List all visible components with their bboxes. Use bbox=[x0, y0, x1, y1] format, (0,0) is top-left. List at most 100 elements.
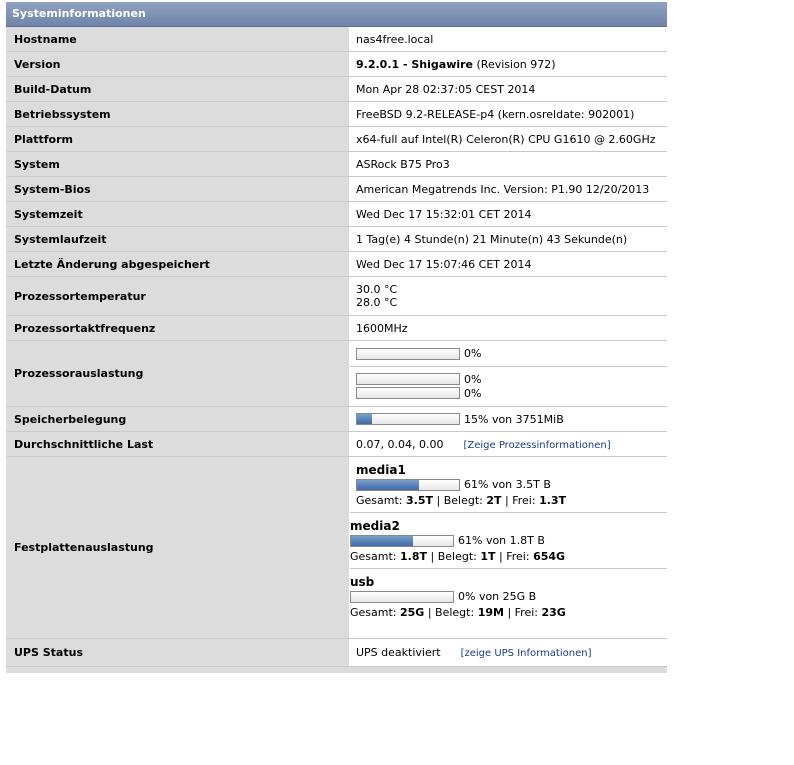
cpu-core0-load: 0% bbox=[356, 372, 667, 386]
build-date-value: Mon Apr 28 02:37:05 CEST 2014 bbox=[350, 77, 667, 101]
system-value: ASRock B75 Pro3 bbox=[350, 152, 667, 176]
row-version: Version 9.2.0.1 - Shigawire (Revision 97… bbox=[6, 52, 667, 77]
last-change-label: Letzte Änderung abgespeichert bbox=[6, 252, 350, 276]
disk-item-media2: media2 61% von 1.8T B Gesamt: 1.8T | Bel… bbox=[350, 512, 667, 568]
ups-info-link[interactable]: [zeige UPS Informationen] bbox=[461, 648, 592, 659]
cpu-load-cores: 0% 0% bbox=[350, 366, 667, 400]
disk-total-label: Gesamt: bbox=[356, 494, 406, 507]
memory-value: 15% von 3751MiB bbox=[350, 407, 667, 431]
row-hostname: Hostname nas4free.local bbox=[6, 27, 667, 52]
bios-label: System-Bios bbox=[6, 177, 350, 201]
last-change-value: Wed Dec 17 15:07:46 CET 2014 bbox=[350, 252, 667, 276]
version-label: Version bbox=[6, 52, 350, 76]
cpu-load-bar bbox=[356, 347, 460, 360]
disk-used-label: | Belegt: bbox=[427, 550, 481, 563]
row-load-average: Durchschnittliche Last 0.07, 0.04, 0.00 [… bbox=[6, 432, 667, 457]
row-cpu-load: Prozessorauslastung 0% 0% 0% bbox=[6, 341, 667, 407]
disk-total: 25G bbox=[400, 606, 425, 619]
version-value: 9.2.0.1 - Shigawire (Revision 972) bbox=[350, 52, 667, 76]
ups-status-value: UPS deaktiviert [zeige UPS Informationen] bbox=[350, 639, 667, 666]
load-average-value: 0.07, 0.04, 0.00 [Zeige Prozessinformatio… bbox=[350, 432, 667, 456]
memory-bar bbox=[356, 413, 460, 425]
disk-item-media1: media1 61% von 3.5T B Gesamt: 3.5T | Bel… bbox=[356, 457, 667, 512]
cpu-load-values: 0% 0% 0% bbox=[350, 341, 667, 406]
cpu-load-total: 0% bbox=[356, 341, 667, 366]
disk-total: 3.5T bbox=[406, 494, 433, 507]
cpu-temperature-core0: 30.0 °C bbox=[356, 283, 398, 296]
disk-usage-bar-fill bbox=[357, 479, 420, 490]
row-system: System ASRock B75 Pro3 bbox=[6, 152, 667, 177]
panel-footer bbox=[6, 667, 667, 673]
disk-free: 1.3T bbox=[539, 494, 567, 507]
cpu-temperature-values: 30.0 °C 28.0 °C bbox=[350, 277, 667, 315]
disk-used: 1T bbox=[480, 550, 496, 563]
cpu-core1-bar bbox=[356, 387, 460, 399]
disk-used-label: | Belegt: bbox=[424, 606, 478, 619]
disk-usage-list: media1 61% von 3.5T B Gesamt: 3.5T | Bel… bbox=[350, 457, 667, 638]
disk-capacity-info: Gesamt: 1.8T | Belegt: 1T | Frei: 654G bbox=[350, 550, 667, 563]
disk-usage-label: Festplattenauslastung bbox=[6, 457, 350, 638]
row-bios: System-Bios American Megatrends Inc. Ver… bbox=[6, 177, 667, 202]
cpu-core1-load: 0% bbox=[356, 386, 667, 400]
disk-total-label: Gesamt: bbox=[350, 550, 400, 563]
os-label: Betriebssystem bbox=[6, 102, 350, 126]
memory-label: Speicherbelegung bbox=[6, 407, 350, 431]
disk-total: 1.8T bbox=[400, 550, 427, 563]
uptime-label: Systemlaufzeit bbox=[6, 227, 350, 251]
row-disk-usage: Festplattenauslastung media1 61% von 3.5… bbox=[6, 457, 667, 639]
disk-free-label: | Frei: bbox=[501, 494, 540, 507]
row-build-date: Build-Datum Mon Apr 28 02:37:05 CEST 201… bbox=[6, 77, 667, 102]
platform-value: x64-full auf Intel(R) Celeron(R) CPU G16… bbox=[350, 127, 667, 151]
disk-capacity-info: Gesamt: 25G | Belegt: 19M | Frei: 23G bbox=[350, 606, 667, 619]
ups-status-label: UPS Status bbox=[6, 639, 350, 666]
row-os: Betriebssystem FreeBSD 9.2-RELEASE-p4 (k… bbox=[6, 102, 667, 127]
disk-total-label: Gesamt: bbox=[350, 606, 400, 619]
row-platform: Plattform x64-full auf Intel(R) Celeron(… bbox=[6, 127, 667, 152]
disk-usage-bar bbox=[350, 590, 454, 603]
disk-item-usb: usb 0% von 25G B Gesamt: 25G | Belegt: 1… bbox=[350, 568, 667, 624]
cpu-core0-bar bbox=[356, 373, 460, 385]
disk-usage-text: 0% von 25G B bbox=[458, 590, 537, 603]
cpu-load-label: Prozessorauslastung bbox=[6, 341, 350, 406]
hostname-value: nas4free.local bbox=[350, 27, 667, 51]
disk-used-label: | Belegt: bbox=[433, 494, 487, 507]
panel-title: Systeminformationen bbox=[6, 2, 667, 27]
row-memory: Speicherbelegung 15% von 3751MiB bbox=[6, 407, 667, 432]
disk-name: media2 bbox=[350, 519, 400, 533]
disk-free: 654G bbox=[533, 550, 566, 563]
cpu-frequency-label: Prozessortaktfrequenz bbox=[6, 316, 350, 340]
hostname-label: Hostname bbox=[6, 27, 350, 51]
memory-bar-fill bbox=[357, 414, 373, 424]
cpu-temperature-label: Prozessortemperatur bbox=[6, 277, 350, 315]
disk-usage-bar-fill bbox=[351, 535, 414, 546]
memory-usage-text: 15% von 3751MiB bbox=[464, 412, 564, 426]
version-number: 9.2.0.1 - Shigawire bbox=[356, 57, 474, 71]
disk-free-label: | Frei: bbox=[503, 606, 542, 619]
uptime-value: 1 Tag(e) 4 Stunde(n) 21 Minute(n) 43 Sek… bbox=[350, 227, 667, 251]
row-last-change: Letzte Änderung abgespeichert Wed Dec 17… bbox=[6, 252, 667, 277]
ups-status-text: UPS deaktiviert bbox=[356, 646, 441, 659]
disk-name: usb bbox=[350, 575, 375, 589]
cpu-temperature-core1: 28.0 °C bbox=[356, 296, 398, 309]
system-label: System bbox=[6, 152, 350, 176]
row-uptime: Systemlaufzeit 1 Tag(e) 4 Stunde(n) 21 M… bbox=[6, 227, 667, 252]
disk-usage-bar bbox=[356, 478, 460, 491]
disk-capacity-info: Gesamt: 3.5T | Belegt: 2T | Frei: 1.3T bbox=[356, 494, 667, 507]
process-info-link[interactable]: [Zeige Prozessinformationen] bbox=[463, 440, 610, 451]
disk-used: 19M bbox=[477, 606, 504, 619]
disk-usage-text: 61% von 1.8T B bbox=[458, 534, 545, 547]
cpu-core0-percent: 0% bbox=[464, 372, 482, 386]
disk-usage-text: 61% von 3.5T B bbox=[464, 478, 551, 491]
system-time-value: Wed Dec 17 15:32:01 CET 2014 bbox=[350, 202, 667, 226]
cpu-frequency-value: 1600MHz bbox=[350, 316, 667, 340]
load-average-label: Durchschnittliche Last bbox=[6, 432, 350, 456]
build-date-label: Build-Datum bbox=[6, 77, 350, 101]
disk-free: 23G bbox=[541, 606, 566, 619]
system-time-label: Systemzeit bbox=[6, 202, 350, 226]
bios-value: American Megatrends Inc. Version: P1.90 … bbox=[350, 177, 667, 201]
disk-used: 2T bbox=[486, 494, 502, 507]
version-revision: (Revision 972) bbox=[473, 57, 556, 71]
cpu-core1-percent: 0% bbox=[464, 386, 482, 400]
disk-free-label: | Frei: bbox=[495, 550, 534, 563]
system-info-panel: Systeminformationen Hostname nas4free.lo… bbox=[6, 2, 667, 673]
